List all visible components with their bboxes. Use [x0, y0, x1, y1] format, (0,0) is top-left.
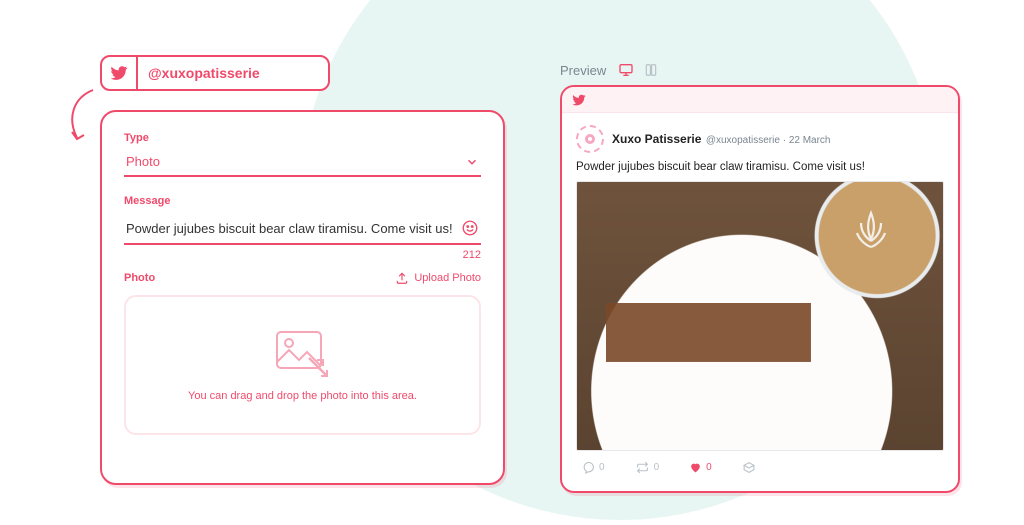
retweet-button[interactable]: 0	[635, 461, 660, 474]
dropzone-hint: You can drag and drop the photo into thi…	[188, 390, 417, 402]
twitter-icon	[572, 93, 586, 107]
mobile-preview-icon[interactable]	[644, 62, 658, 78]
tweet-timestamp: 22 March	[789, 135, 831, 146]
compose-form-card: Type Photo Message Powder jujubes biscui…	[100, 110, 505, 485]
flow-arrow-icon	[65, 88, 105, 148]
tweet-header: Xuxo Patisserie @xuxopatisserie · 22 Mar…	[576, 125, 944, 153]
tweet-actions: 0 0 0	[576, 451, 944, 474]
like-count: 0	[706, 462, 712, 473]
like-button[interactable]: 0	[689, 461, 712, 474]
message-label: Message	[124, 195, 481, 207]
photo-dropzone[interactable]: You can drag and drop the photo into thi…	[124, 295, 481, 435]
twitter-icon	[102, 57, 138, 89]
preview-card: Xuxo Patisserie @xuxopatisserie · 22 Mar…	[560, 85, 960, 493]
reply-button[interactable]: 0	[582, 461, 605, 474]
message-text: Powder jujubes biscuit bear claw tiramis…	[126, 221, 453, 236]
upload-photo-label: Upload Photo	[414, 272, 481, 284]
desktop-preview-icon[interactable]	[618, 62, 634, 78]
upload-icon	[395, 271, 409, 285]
type-label: Type	[124, 132, 481, 144]
latte-art-icon	[836, 198, 906, 268]
account-handle-text: @xuxopatisserie	[138, 65, 328, 81]
char-count: 212	[124, 249, 481, 261]
account-handle-pill[interactable]: @xuxopatisserie	[100, 55, 330, 91]
tweet-body: Powder jujubes biscuit bear claw tiramis…	[576, 161, 944, 173]
reply-count: 0	[599, 462, 605, 473]
share-button[interactable]	[742, 461, 756, 474]
retweet-count: 0	[654, 462, 660, 473]
image-placeholder-icon	[271, 328, 335, 380]
message-input[interactable]: Powder jujubes biscuit bear claw tiramis…	[124, 213, 481, 245]
tweet-account-name: Xuxo Patisserie	[612, 132, 701, 146]
tweet-image	[576, 181, 944, 451]
chevron-down-icon	[465, 155, 479, 169]
tweet-account-handle: @xuxopatisserie	[706, 135, 780, 146]
type-select[interactable]: Photo	[124, 150, 481, 177]
emoji-icon[interactable]	[461, 219, 479, 237]
preview-titlebar	[562, 87, 958, 113]
type-select-value: Photo	[126, 154, 160, 169]
upload-photo-button[interactable]: Upload Photo	[395, 271, 481, 285]
preview-header: Preview	[560, 62, 658, 78]
avatar	[576, 125, 604, 153]
preview-label-text: Preview	[560, 63, 606, 78]
photo-label: Photo	[124, 272, 155, 284]
